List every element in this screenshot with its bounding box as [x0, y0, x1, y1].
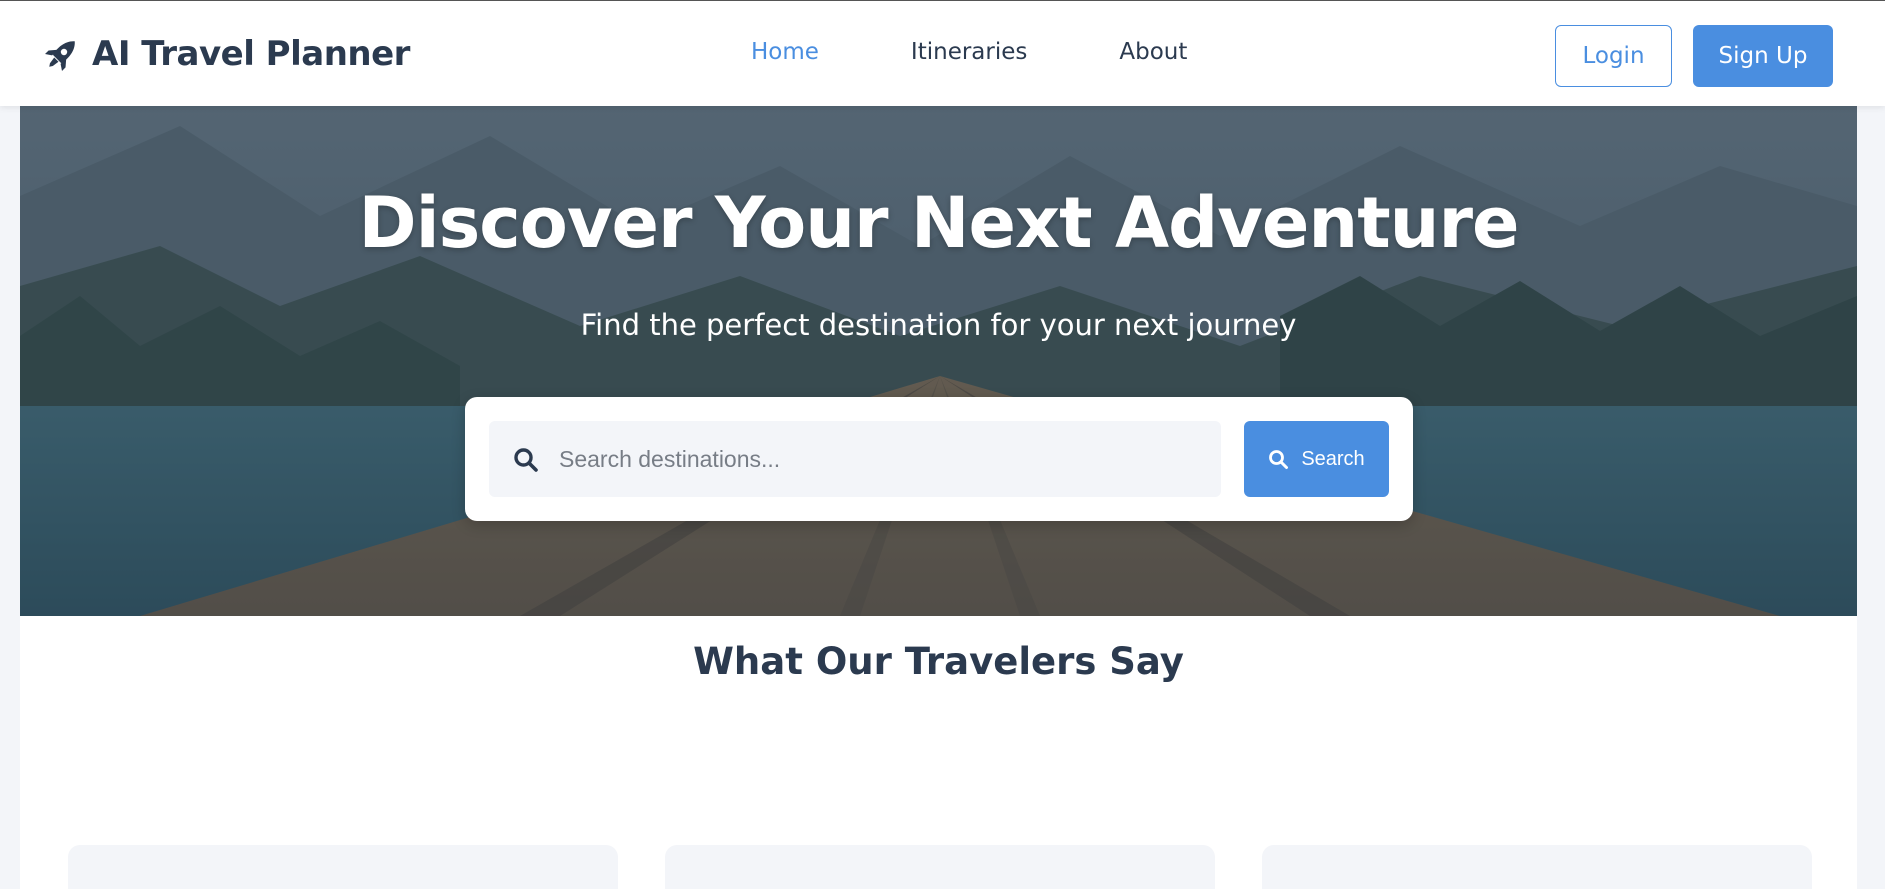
- search-icon: [1269, 449, 1289, 469]
- hero-title: Discover Your Next Adventure: [358, 182, 1520, 264]
- search-icon: [514, 448, 538, 472]
- main-nav: Home Itineraries About: [751, 39, 1279, 65]
- brand-logo[interactable]: AI Travel Planner: [42, 34, 410, 74]
- signup-button[interactable]: Sign Up: [1693, 25, 1833, 87]
- login-button[interactable]: Login: [1555, 25, 1672, 87]
- search-button-label: Search: [1301, 447, 1365, 470]
- nav-home[interactable]: Home: [751, 39, 819, 65]
- rocket-icon: [45, 41, 75, 71]
- nav-itineraries[interactable]: Itineraries: [911, 39, 1027, 65]
- testimonial-card: [665, 845, 1215, 889]
- testimonial-card: [68, 845, 618, 889]
- testimonial-card: [1262, 845, 1812, 889]
- hero-section: Discover Your Next Adventure Find the pe…: [20, 106, 1857, 616]
- search-box: Search: [465, 397, 1413, 521]
- search-field[interactable]: [489, 421, 1221, 497]
- main-content: Discover Your Next Adventure Find the pe…: [20, 106, 1857, 889]
- brand-name: AI Travel Planner: [92, 34, 410, 74]
- search-button[interactable]: Search: [1244, 421, 1389, 497]
- hero-subtitle: Find the perfect destination for your ne…: [580, 308, 1297, 342]
- nav-about[interactable]: About: [1119, 39, 1187, 65]
- site-header: AI Travel Planner Home Itineraries About…: [0, 0, 1885, 106]
- testimonials-title: What Our Travelers Say: [693, 640, 1184, 683]
- search-input[interactable]: [559, 421, 1209, 497]
